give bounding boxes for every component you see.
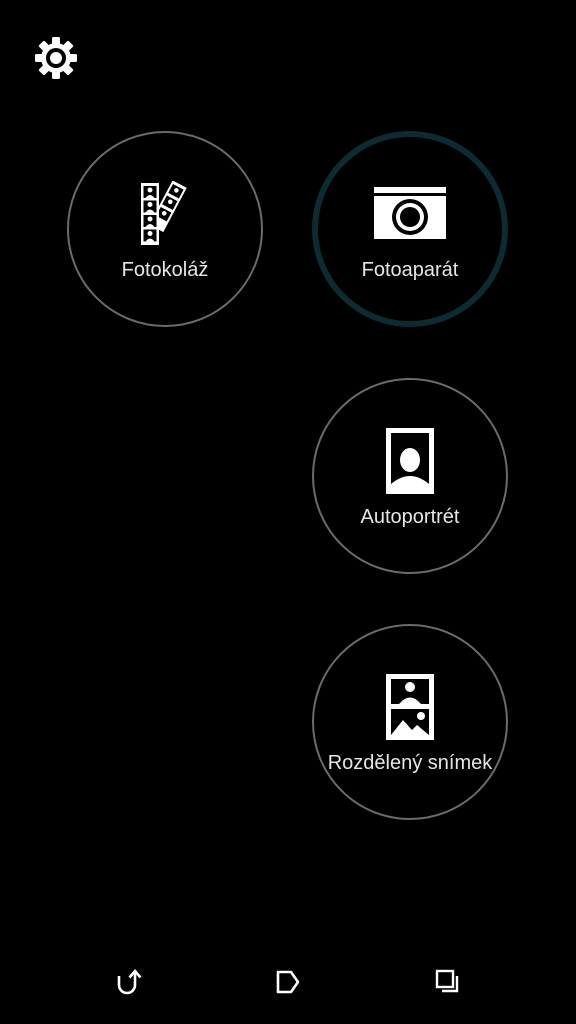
back-arrow-icon [117, 968, 142, 995]
back-button[interactable] [106, 960, 150, 1004]
photo-strip-icon [141, 181, 187, 245]
home-tag-icon [276, 970, 300, 994]
recent-apps-icon [435, 969, 459, 993]
mode-selfie-label: Autoportrét [360, 506, 460, 528]
mode-camera-button[interactable]: Fotoaparát [312, 131, 508, 327]
mode-collage-label: Fotokoláž [121, 259, 209, 281]
mode-split-button[interactable]: Rozdělený snímek [312, 624, 508, 820]
split-frame-icon [386, 674, 434, 740]
mode-split-label: Rozdělený snímek [327, 752, 493, 774]
camera-mode-screen: Fotokoláž Fotoaparát Autoportrét Rozděle… [0, 0, 576, 1024]
settings-button[interactable] [30, 32, 82, 84]
home-button[interactable] [266, 960, 310, 1004]
gear-icon [35, 37, 77, 79]
camera-icon [374, 187, 446, 239]
recent-apps-button[interactable] [426, 960, 470, 1004]
navigation-bar [0, 940, 576, 1024]
mode-collage-button[interactable]: Fotokoláž [67, 131, 263, 327]
mode-selfie-button[interactable]: Autoportrét [312, 378, 508, 574]
portrait-icon [386, 428, 434, 494]
mode-camera-label: Fotoaparát [361, 259, 459, 281]
